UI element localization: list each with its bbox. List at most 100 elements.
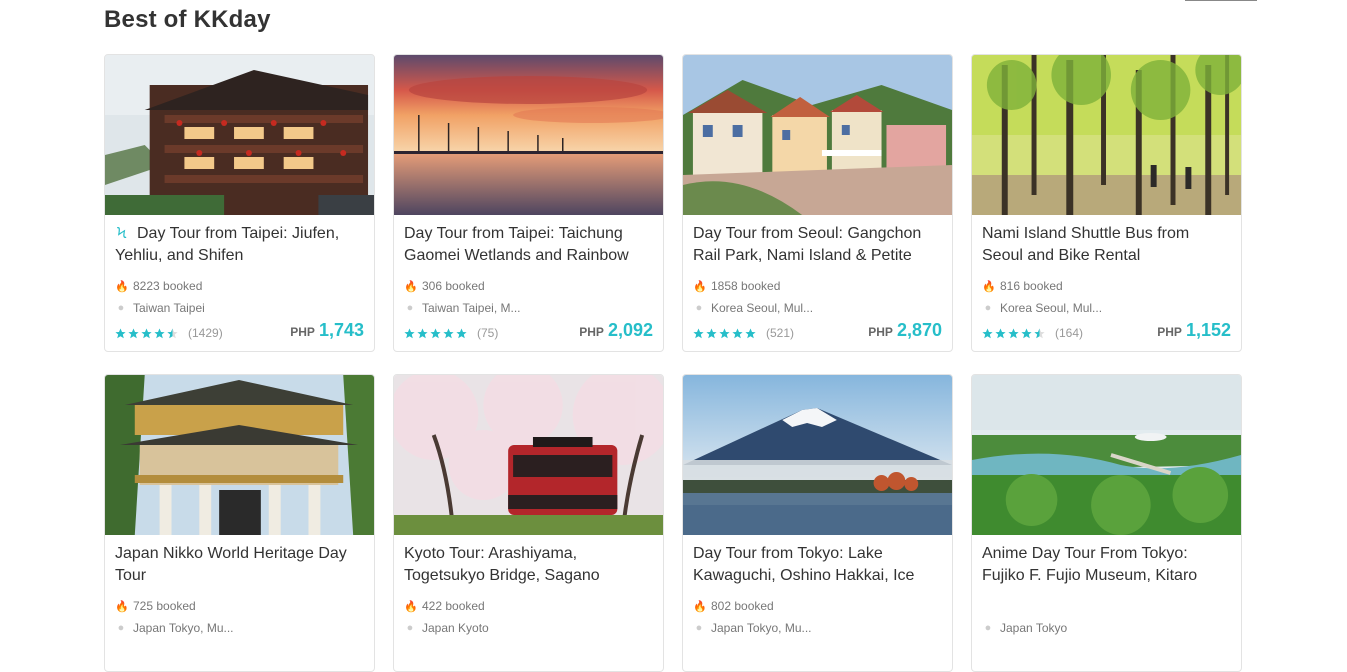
rating: (75) bbox=[404, 326, 498, 340]
booked-count: 🔥 422 booked bbox=[404, 599, 485, 613]
product-photo[interactable] bbox=[683, 375, 952, 535]
half-star-icon bbox=[167, 328, 178, 338]
location-pin-icon: ● bbox=[695, 302, 703, 314]
booked-text: 725 booked bbox=[133, 599, 196, 613]
product-photo[interactable] bbox=[105, 375, 374, 535]
fire-icon: 🔥 bbox=[693, 280, 707, 293]
star-rating bbox=[115, 328, 180, 339]
star-icon bbox=[417, 328, 428, 338]
review-count: (1429) bbox=[188, 326, 223, 340]
booked-count: 🔥 816 booked bbox=[982, 279, 1063, 293]
booked-count: 🔥 725 booked bbox=[115, 599, 196, 613]
location-pin-icon: ● bbox=[117, 622, 125, 634]
product-card[interactable]: Day Tour from Tokyo: Lake Kawaguchi, Osh… bbox=[682, 374, 953, 672]
location-pin-icon: ● bbox=[984, 302, 992, 314]
product-photo[interactable] bbox=[972, 55, 1241, 215]
location-text: Korea Seoul, Mul... bbox=[711, 301, 814, 315]
price: PHP 1,152 bbox=[1157, 320, 1231, 341]
location-text: Korea Seoul, Mul... bbox=[1000, 301, 1103, 315]
price-currency: PHP bbox=[1157, 325, 1182, 339]
product-title[interactable]: Ϟ Day Tour from Taipei: Jiufen, Yehliu, a… bbox=[115, 223, 367, 267]
star-rating bbox=[693, 328, 758, 339]
location-text: Taiwan Taipei, M... bbox=[422, 301, 521, 315]
review-count: (75) bbox=[477, 326, 499, 340]
location-pin-icon: ● bbox=[406, 622, 414, 634]
product-card[interactable]: Day Tour from Taipei: Taichung Gaomei We… bbox=[393, 54, 664, 352]
product-photo[interactable] bbox=[394, 375, 663, 535]
fire-icon: 🔥 bbox=[404, 280, 418, 293]
product-card[interactable]: Japan Nikko World Heritage Day Tour 🔥 72… bbox=[104, 374, 375, 672]
star-icon bbox=[995, 328, 1006, 338]
price-amount: 1,743 bbox=[318, 320, 364, 340]
location: ● Korea Seoul, Mul... bbox=[982, 301, 1102, 315]
product-grid: Ϟ Day Tour from Taipei: Jiufen, Yehliu, a… bbox=[104, 54, 1244, 672]
product-card[interactable]: Anime Day Tour From Tokyo: Fujiko F. Fuj… bbox=[971, 374, 1242, 672]
booked-text: 422 booked bbox=[422, 599, 485, 613]
fire-icon: 🔥 bbox=[404, 600, 418, 613]
product-title[interactable]: Day Tour from Taipei: Taichung Gaomei We… bbox=[404, 223, 656, 267]
booked-count: 🔥 802 booked bbox=[693, 599, 774, 613]
header-divider bbox=[1185, 0, 1257, 1]
star-icon bbox=[982, 328, 993, 338]
rating: (521) bbox=[693, 326, 794, 340]
product-title-text: Anime Day Tour From Tokyo: Fujiko F. Fuj… bbox=[982, 545, 1198, 584]
product-card[interactable]: Day Tour from Seoul: Gangchon Rail Park,… bbox=[682, 54, 953, 352]
star-icon bbox=[430, 328, 441, 338]
star-icon bbox=[404, 328, 415, 338]
star-icon bbox=[141, 328, 152, 338]
booked-text: 816 booked bbox=[1000, 279, 1063, 293]
half-star-icon bbox=[1034, 328, 1045, 338]
price-currency: PHP bbox=[868, 325, 893, 339]
product-title-text: Nami Island Shuttle Bus from Seoul and B… bbox=[982, 225, 1190, 264]
product-title[interactable]: Japan Nikko World Heritage Day Tour bbox=[115, 543, 367, 587]
review-count: (521) bbox=[766, 326, 795, 340]
star-icon bbox=[1021, 328, 1032, 338]
product-title[interactable]: Day Tour from Seoul: Gangchon Rail Park,… bbox=[693, 223, 945, 267]
product-title-text: Day Tour from Taipei: Taichung Gaomei We… bbox=[404, 225, 629, 264]
booked-text: 802 booked bbox=[711, 599, 774, 613]
product-photo[interactable] bbox=[394, 55, 663, 215]
product-card[interactable]: Nami Island Shuttle Bus from Seoul and B… bbox=[971, 54, 1242, 352]
location: ● Korea Seoul, Mul... bbox=[693, 301, 813, 315]
section-title: Best of KKday bbox=[104, 6, 271, 33]
product-photo[interactable] bbox=[683, 55, 952, 215]
star-icon bbox=[719, 328, 730, 338]
booked-text: 306 booked bbox=[422, 279, 485, 293]
instant-confirmation-icon: Ϟ bbox=[117, 225, 127, 242]
product-title-text: Day Tour from Taipei: Jiufen, Yehliu, an… bbox=[115, 225, 340, 264]
price-amount: 2,092 bbox=[607, 320, 653, 340]
price-amount: 2,870 bbox=[896, 320, 942, 340]
product-title[interactable]: Anime Day Tour From Tokyo: Fujiko F. Fuj… bbox=[982, 543, 1234, 587]
review-count: (164) bbox=[1055, 326, 1084, 340]
star-icon bbox=[1008, 328, 1019, 338]
star-icon bbox=[732, 328, 743, 338]
star-rating bbox=[404, 328, 469, 339]
fire-icon: 🔥 bbox=[115, 280, 129, 293]
price-currency: PHP bbox=[579, 325, 604, 339]
product-title[interactable]: Kyoto Tour: Arashiyama, Togetsukyo Bridg… bbox=[404, 543, 656, 587]
location-pin-icon: ● bbox=[984, 622, 992, 634]
fire-icon: 🔥 bbox=[693, 600, 707, 613]
location-text: Taiwan Taipei bbox=[133, 301, 205, 315]
star-icon bbox=[128, 328, 139, 338]
product-card[interactable]: Ϟ Day Tour from Taipei: Jiufen, Yehliu, a… bbox=[104, 54, 375, 352]
product-title-text: Day Tour from Seoul: Gangchon Rail Park,… bbox=[693, 225, 922, 264]
star-icon bbox=[443, 328, 454, 338]
fire-icon: 🔥 bbox=[982, 280, 996, 293]
product-card[interactable]: Kyoto Tour: Arashiyama, Togetsukyo Bridg… bbox=[393, 374, 664, 672]
product-title[interactable]: Day Tour from Tokyo: Lake Kawaguchi, Osh… bbox=[693, 543, 945, 587]
star-icon bbox=[693, 328, 704, 338]
booked-count: 🔥 8223 booked bbox=[115, 279, 202, 293]
product-title-text: Kyoto Tour: Arashiyama, Togetsukyo Bridg… bbox=[404, 545, 600, 584]
price: PHP 1,743 bbox=[290, 320, 364, 341]
star-icon bbox=[745, 328, 756, 338]
product-title[interactable]: Nami Island Shuttle Bus from Seoul and B… bbox=[982, 223, 1234, 267]
product-title-text: Day Tour from Tokyo: Lake Kawaguchi, Osh… bbox=[693, 545, 915, 584]
product-photo[interactable] bbox=[972, 375, 1241, 535]
price: PHP 2,870 bbox=[868, 320, 942, 341]
product-photo[interactable] bbox=[105, 55, 374, 215]
star-icon bbox=[115, 328, 126, 338]
price-amount: 1,152 bbox=[1185, 320, 1231, 340]
location-pin-icon: ● bbox=[406, 302, 414, 314]
rating: (1429) bbox=[115, 326, 223, 340]
